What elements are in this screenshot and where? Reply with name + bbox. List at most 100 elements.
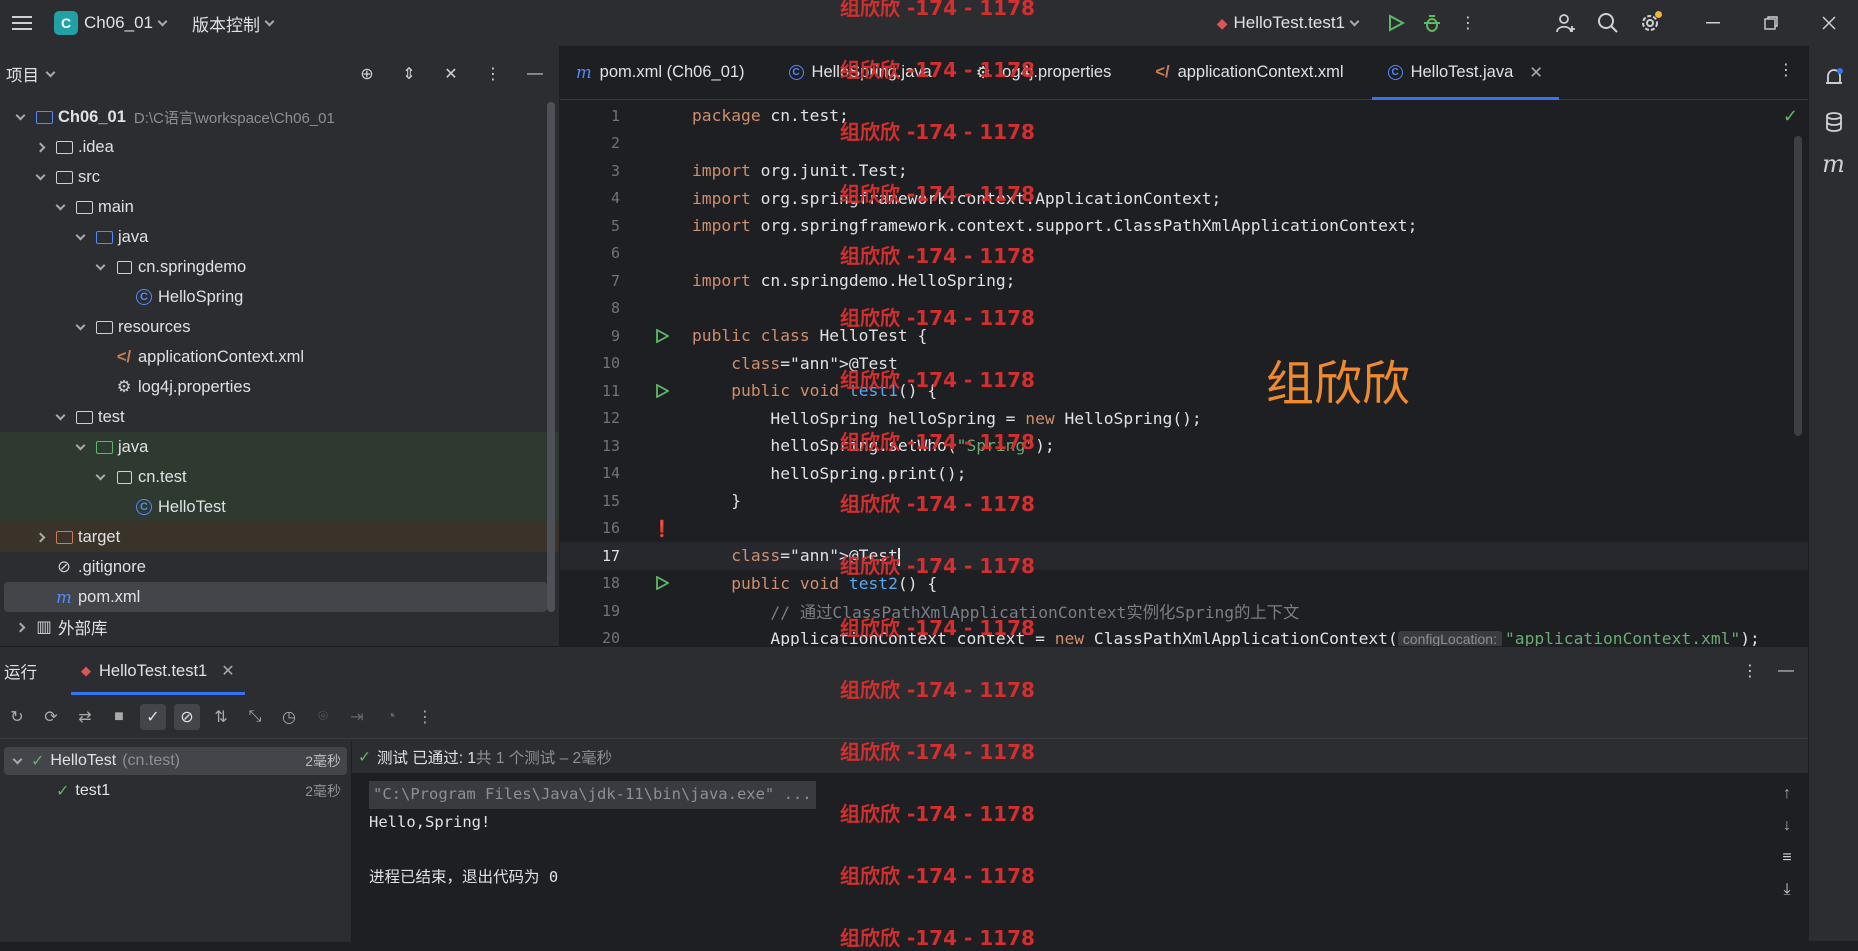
tree-item[interactable]: C HelloTest [0, 492, 559, 522]
close-tab-icon[interactable]: ✕ [221, 661, 234, 681]
database-icon[interactable] [1816, 104, 1852, 140]
collapse-all-icon[interactable]: ✕ [433, 56, 469, 92]
toolbar-more-icon[interactable]: ⋮ [412, 704, 438, 730]
bulb-icon[interactable]: ❗ [632, 519, 692, 538]
chevron-down-icon[interactable] [12, 110, 28, 120]
stop-icon[interactable]: ■ [106, 704, 132, 730]
tree-item[interactable]: C HelloSpring [0, 282, 559, 312]
history-icon[interactable]: ◷ [276, 704, 302, 730]
project-panel-header: 项目 ⊕ ⇕ ✕ ⋮ — [0, 46, 559, 102]
restore-icon[interactable] [1742, 5, 1800, 41]
hide-run-panel-icon[interactable]: — [1768, 653, 1804, 689]
editor-scrollbar[interactable] [1794, 136, 1802, 436]
project-view-selector[interactable]: 项目 [6, 62, 56, 86]
chevron-down-icon[interactable] [92, 470, 108, 480]
code-line: 13 helloSpring.setWho("Spring"); [560, 432, 1808, 460]
editor-tab[interactable]: m pom.xml (Ch06_01) [560, 46, 761, 100]
collapse-icon[interactable]: ⤡ [242, 704, 268, 730]
tree-item[interactable]: main [0, 192, 559, 222]
chevron-down-icon[interactable] [52, 410, 68, 420]
tree-item[interactable]: .idea [0, 132, 559, 162]
tree-item[interactable]: cn.springdemo [0, 252, 559, 282]
tree-item[interactable]: target [0, 522, 559, 552]
chevron-down-icon[interactable] [72, 440, 88, 450]
tree-item[interactable]: java [0, 222, 559, 252]
run-toolbar: ↻ ⟳ ⇄ ■ ✓ ⊘ ⇅ ⤡ ◷ ⌾ ⇥ ◔ ⋮ [0, 695, 1808, 739]
sort-icon[interactable]: ⇅ [208, 704, 234, 730]
editor-tab[interactable]: </ applicationContext.xml [1139, 46, 1359, 100]
editor-tab[interactable]: C HelloSpring.java [773, 46, 948, 100]
tree-item[interactable]: java [0, 432, 559, 462]
notifications-icon[interactable] [1816, 60, 1852, 96]
expand-all-icon[interactable]: ⇕ [391, 56, 427, 92]
coverage-icon[interactable]: ◔ [378, 704, 404, 730]
locate-icon[interactable]: ⊕ [349, 56, 385, 92]
scroll-up-icon[interactable]: ↑ [1774, 781, 1800, 807]
tree-item[interactable]: ⊘ .gitignore [0, 552, 559, 582]
scroll-down-icon[interactable]: ↓ [1774, 813, 1800, 839]
tree-scrollbar[interactable] [547, 102, 555, 612]
options-icon[interactable]: ⋮ [475, 56, 511, 92]
debug-icon[interactable] [1414, 5, 1450, 41]
tree-item-label: .idea [78, 137, 114, 156]
run-gutter-icon[interactable] [632, 328, 692, 343]
run-gutter-icon[interactable] [632, 383, 692, 398]
tab-more-icon[interactable]: ⋮ [1778, 60, 1794, 80]
rerun-failed-icon[interactable]: ⟳ [38, 704, 64, 730]
run-config-name: HelloTest.test1 [1233, 13, 1346, 32]
project-switcher[interactable]: C Ch06_01 [46, 0, 174, 46]
code-text: import org.springframework.context.suppo… [692, 216, 1418, 236]
tree-item[interactable]: resources [0, 312, 559, 342]
table-row[interactable]: ✓ HelloTest (cn.test) 2毫秒 [4, 747, 347, 775]
chevron-down-icon[interactable] [32, 170, 48, 180]
vcs-menu[interactable]: 版本控制 [184, 0, 281, 46]
console-line: Hello,Spring! [369, 812, 491, 831]
hide-panel-icon[interactable]: — [517, 56, 553, 92]
tree-item[interactable]: ▥ 外部库 [0, 612, 559, 642]
console-area[interactable]: ✓ 测试 已通过: 1 共 1 个测试 – 2毫秒 "C:\Program Fi… [352, 741, 1808, 942]
run-options-icon[interactable]: ⋮ [1732, 653, 1768, 689]
line-number: 13 [601, 436, 620, 455]
scroll-to-end-icon[interactable]: ⤓ [1774, 877, 1800, 903]
code-line: 7 import cn.springdemo.HelloSpring; [560, 267, 1808, 295]
tree-item[interactable]: </ applicationContext.xml [0, 342, 559, 372]
tree-item[interactable]: test [0, 402, 559, 432]
show-passed-icon[interactable]: ✓ [140, 703, 166, 730]
chevron-right-icon[interactable] [12, 622, 28, 632]
test-class-name: HelloTest [50, 752, 117, 769]
add-user-icon[interactable] [1548, 5, 1584, 41]
tree-item[interactable]: ⚙ log4j.properties [0, 372, 559, 402]
chevron-down-icon[interactable] [52, 200, 68, 210]
search-icon[interactable] [1590, 5, 1626, 41]
tree-item[interactable]: src [0, 162, 559, 192]
minimize-icon[interactable] [1684, 5, 1742, 41]
more-actions-icon[interactable]: ⋮ [1450, 5, 1486, 41]
show-ignored-icon[interactable]: ⊘ [174, 703, 200, 730]
rerun-icon[interactable]: ↻ [4, 704, 30, 730]
toggle-auto-test-icon[interactable]: ⇄ [72, 704, 98, 730]
close-tab-icon[interactable]: ✕ [1529, 63, 1543, 83]
import-icon[interactable]: ⇥ [344, 704, 370, 730]
run-gutter-icon[interactable] [632, 576, 692, 591]
run-config-selector[interactable]: ◆ HelloTest.test1 [1209, 0, 1366, 46]
chevron-down-icon[interactable] [92, 260, 108, 270]
editor-tab[interactable]: ⚙ log4j.properties [960, 46, 1128, 100]
tree-item[interactable]: m pom.xml [4, 582, 547, 612]
settings-gear-icon[interactable] [1632, 5, 1668, 41]
chevron-right-icon[interactable] [32, 532, 48, 542]
tree-item[interactable]: Ch06_01 D:\C语言\workspace\Ch06_01 [0, 102, 559, 132]
editor-tab[interactable]: C HelloTest.java ✕ [1371, 46, 1560, 100]
run-icon[interactable] [1378, 5, 1414, 41]
maven-tool-icon[interactable]: m [1816, 146, 1852, 182]
tree-item[interactable]: cn.test [0, 462, 559, 492]
table-row[interactable]: ✓ test1 2毫秒 [4, 777, 347, 805]
chevron-down-icon[interactable] [72, 230, 88, 240]
run-tab[interactable]: ◆ HelloTest.test1 ✕ [71, 647, 245, 695]
code-editor[interactable]: 1 package cn.test; 2 3 import org.junit.Test… [560, 102, 1808, 646]
chevron-down-icon[interactable] [72, 320, 88, 330]
main-menu-icon[interactable] [0, 5, 44, 41]
soft-wrap-icon[interactable]: ≡ [1774, 845, 1800, 871]
chevron-right-icon[interactable] [32, 142, 48, 152]
close-window-icon[interactable] [1800, 5, 1858, 41]
camera-icon[interactable]: ⌾ [310, 704, 336, 730]
